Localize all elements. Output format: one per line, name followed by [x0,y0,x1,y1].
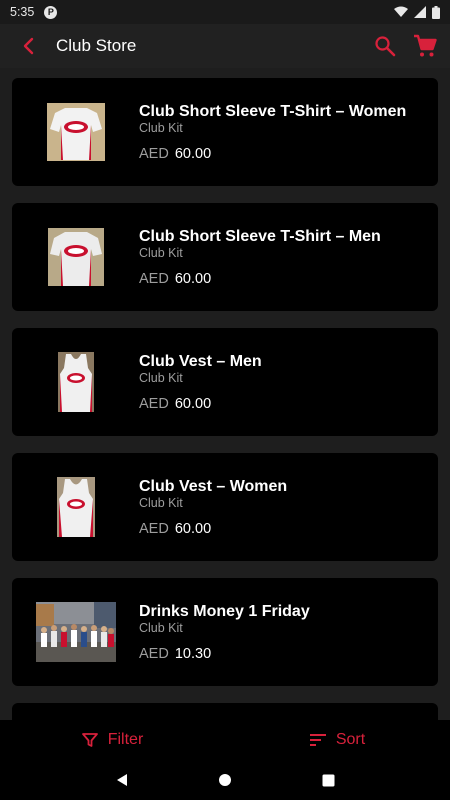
product-price: AED 60.00 [139,146,428,163]
signal-icon [414,6,426,18]
product-price: AED 60.00 [139,396,428,413]
nav-back-icon[interactable] [115,773,129,787]
filter-button[interactable]: Filter [0,720,225,760]
back-button[interactable] [4,24,52,68]
product-category: Club Kit [139,496,183,510]
product-category: Club Kit [139,371,183,385]
price-amount: 60.00 [174,146,212,162]
search-icon [375,36,396,57]
sort-label: Sort [335,731,366,748]
nav-home-icon[interactable] [218,773,232,787]
sort-icon [309,734,326,746]
product-category: Club Kit [139,121,183,135]
wifi-icon [394,6,408,17]
price-amount: 60.00 [174,271,212,287]
product-name: Club Short Sleeve T-Shirt – Men [139,228,381,245]
product-name: Club Short Sleeve T-Shirt – Women [139,103,407,120]
product-image-vest-men [36,351,116,413]
product-card[interactable]: Club Short Sleeve T-Shirt – Women Club K… [12,78,438,186]
back-arrow-icon [23,37,34,55]
price-currency: AED [139,521,169,537]
product-category: Club Kit [139,246,183,260]
product-name: Club Vest – Women [139,478,288,495]
product-image-tshirt-women [36,101,116,163]
filter-icon [81,733,98,747]
product-list: Club Short Sleeve T-Shirt – Women Club K… [0,68,450,720]
price-amount: 60.00 [174,521,212,537]
product-image-vest-women [36,476,116,538]
cart-icon [414,34,437,57]
page-title: Club Store [56,36,137,55]
price-amount: 10.30 [174,646,212,662]
bottom-action-bar: Filter Sort [0,720,450,760]
cart-button[interactable] [412,33,438,59]
product-price: AED 60.00 [139,271,428,288]
product-name: Club Vest – Men [139,353,262,370]
price-currency: AED [139,646,169,662]
product-card[interactable]: Drinks Money 1 Friday Club Kit AED 10.30 [12,578,438,686]
price-currency: AED [139,396,169,412]
status-time: 5:35 [10,5,35,19]
product-card[interactable]: Club Vest – Men Club Kit AED 60.00 [12,328,438,436]
price-currency: AED [139,271,169,287]
system-nav-bar [0,760,450,800]
product-card[interactable]: Club Short Sleeve T-Shirt – Men Club Kit… [12,203,438,311]
sort-button[interactable]: Sort [225,720,450,760]
price-currency: AED [139,146,169,162]
product-image-group-photo [36,601,116,663]
filter-label: Filter [107,731,144,748]
battery-icon [432,5,440,19]
product-price: AED 60.00 [139,521,428,538]
product-card[interactable]: Club Vest – Women Club Kit AED 60.00 [12,453,438,561]
notification-icon: P [44,5,58,19]
product-name: Drinks Money 1 Friday [139,603,310,620]
product-category: Club Kit [139,621,183,635]
status-bar: 5:35 P [0,0,450,24]
status-icons [394,5,440,19]
product-price: AED 10.30 [139,646,428,663]
app-bar: Club Store [0,24,450,68]
nav-recents-icon[interactable] [322,774,335,787]
product-card[interactable] [12,703,438,720]
price-amount: 60.00 [174,396,212,412]
product-image-tshirt-men [36,226,116,288]
search-button[interactable] [372,33,398,59]
